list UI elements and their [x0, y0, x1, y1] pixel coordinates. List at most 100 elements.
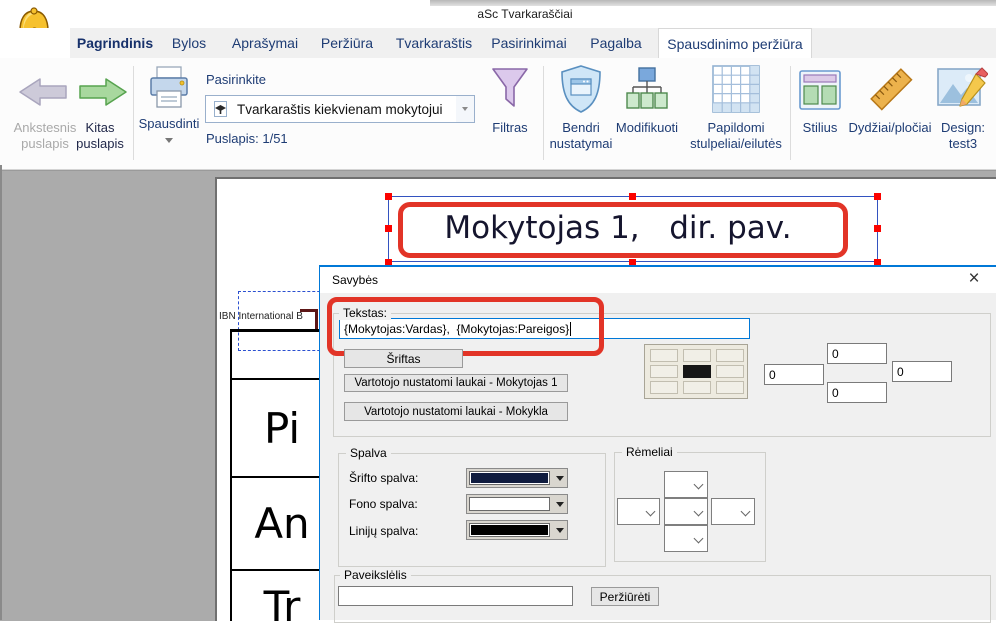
color-group-label: Spalva: [346, 446, 391, 460]
filter-icon: [490, 66, 530, 114]
chevron-down-icon: [694, 534, 704, 544]
tab-bylos[interactable]: Bylos: [164, 28, 214, 58]
general-settings-icon: [558, 64, 604, 114]
style-icon: [798, 68, 842, 112]
selection-handle[interactable]: [385, 225, 392, 232]
design-label-2: test3: [930, 136, 996, 152]
align-cell-top-center[interactable]: [683, 349, 711, 362]
align-cell-bottom-center[interactable]: [683, 381, 711, 394]
page-indicator: Puslapis: 1/51: [206, 131, 288, 147]
ribbon-tab-strip: Pagrindinis Bylos Aprašymai Peržiūra Tva…: [0, 28, 996, 58]
align-cell-middle-center[interactable]: [683, 365, 711, 378]
schedule-combobox[interactable]: Tvarkaraštis kiekvienam mokytojui: [205, 95, 475, 123]
font-color-label: Šrifto spalva:: [349, 471, 418, 485]
timetable-fragment: [315, 309, 318, 329]
font-button[interactable]: Šriftas: [344, 349, 463, 368]
day-header-cell: [232, 332, 332, 380]
line-color-combo[interactable]: [466, 520, 568, 540]
picture-path-input[interactable]: [338, 586, 573, 606]
border-right-combo[interactable]: [711, 498, 755, 525]
tab-aprasymai[interactable]: Aprašymai: [228, 28, 302, 58]
align-cell-top-right[interactable]: [716, 349, 744, 362]
selection-handle[interactable]: [629, 193, 636, 200]
preview-header-text[interactable]: Mokytojas 1, dir. pav.: [398, 202, 838, 254]
selection-handle[interactable]: [874, 225, 881, 232]
design-icon: [936, 64, 988, 116]
background-color-label: Fono spalva:: [349, 497, 418, 511]
design-button[interactable]: Design: test3: [930, 62, 996, 166]
day-cell-an: An: [232, 478, 332, 571]
tabstrip-app-gap: [0, 28, 70, 58]
ribbon-separator: [543, 66, 544, 160]
chevron-down-icon: [556, 502, 564, 507]
tab-pagrindinis[interactable]: Pagrindinis: [76, 28, 154, 58]
margin-top-input[interactable]: [827, 343, 887, 364]
custom-fields-teacher-button[interactable]: Vartotojo nustatomi laukai - Mokytojas 1: [344, 374, 568, 392]
sizes-label: Dydžiai/pločiai: [842, 120, 938, 136]
next-page-icon: [78, 76, 128, 108]
align-cell-middle-left[interactable]: [650, 365, 678, 378]
print-button[interactable]: Spausdinti: [128, 62, 210, 166]
margin-left-input[interactable]: [764, 364, 824, 385]
line-color-dropdown[interactable]: [552, 521, 567, 539]
extra-columns-label-2: stulpeliai/eilutės: [684, 136, 788, 152]
align-cell-middle-right[interactable]: [716, 365, 744, 378]
style-label: Stilius: [792, 120, 848, 136]
extra-columns-button[interactable]: Papildomi stulpeliai/eilutės: [684, 62, 788, 166]
background-color-dropdown[interactable]: [552, 495, 567, 513]
chevron-down-icon: [694, 507, 704, 517]
chevron-down-icon: [741, 507, 751, 517]
properties-dialog: Savybės × Tekstas: {Mokytojas:Vardas}, {…: [319, 265, 996, 620]
chevron-down-icon: [462, 107, 468, 111]
selection-handle[interactable]: [385, 193, 392, 200]
background-color-swatch: [469, 497, 550, 511]
dialog-title-bar[interactable]: Savybės ×: [320, 267, 996, 293]
tab-perziura[interactable]: Peržiūra: [314, 28, 380, 58]
tab-tvarkarastis[interactable]: Tvarkaraštis: [392, 28, 476, 58]
text-group-label: Tekstas:: [339, 306, 391, 320]
border-left-combo[interactable]: [617, 498, 660, 525]
align-cell-top-left[interactable]: [650, 349, 678, 362]
filter-button[interactable]: Filtras: [478, 62, 542, 166]
ribbon-separator: [790, 66, 791, 160]
margin-right-input[interactable]: [892, 361, 952, 382]
schedule-combo-arrow-zone[interactable]: [456, 96, 474, 122]
selection-handle[interactable]: [874, 193, 881, 200]
background-color-combo[interactable]: [466, 494, 568, 514]
chevron-down-icon: [646, 507, 656, 517]
design-label-1: Design:: [930, 120, 996, 136]
chevron-down-icon: [694, 480, 704, 490]
line-color-label: Linijų spalva:: [349, 524, 418, 538]
timetable-day-column: Pi An Tr: [230, 329, 332, 621]
chevron-down-icon: [556, 476, 564, 481]
day-cell-tr: Tr: [232, 571, 332, 621]
border-top-combo[interactable]: [664, 471, 708, 498]
custom-fields-school-button[interactable]: Vartotojo nustatomi laukai - Mokykla: [344, 402, 568, 421]
align-cell-bottom-left[interactable]: [650, 381, 678, 394]
font-color-combo[interactable]: [466, 468, 568, 488]
tab-pagalba[interactable]: Pagalba: [584, 28, 648, 58]
font-color-swatch: [469, 471, 550, 485]
print-dropdown-icon: [165, 138, 173, 143]
align-cell-bottom-right[interactable]: [716, 381, 744, 394]
borders-group-label: Rėmeliai: [622, 445, 677, 459]
close-icon[interactable]: ×: [964, 268, 984, 290]
style-button[interactable]: Stilius: [792, 62, 848, 166]
asc-timetables-window: { "window": { "title": "aSc Tvarkaraščia…: [0, 0, 996, 620]
window-title: aSc Tvarkaraščiai: [400, 7, 650, 21]
dialog-title: Savybės: [332, 273, 378, 287]
margin-bottom-input[interactable]: [827, 382, 887, 403]
border-bottom-combo[interactable]: [664, 525, 708, 552]
font-color-dropdown[interactable]: [552, 469, 567, 487]
day-cell-pi: Pi: [232, 380, 332, 478]
sizes-button[interactable]: Dydžiai/pločiai: [842, 62, 938, 166]
alignment-selector[interactable]: [644, 344, 748, 399]
picture-preview-button[interactable]: Peržiūrėti: [591, 587, 659, 606]
ribbon: Ankstesnis puslapis Kitas puslapis Spaus…: [0, 58, 996, 170]
line-color-swatch: [469, 523, 550, 537]
tab-spausdinimo-perziura[interactable]: Spausdinimo peržiūra: [658, 28, 812, 58]
border-center-combo[interactable]: [664, 498, 708, 525]
modify-button[interactable]: Modifikuoti: [604, 62, 690, 166]
tab-pasirinkimai[interactable]: Pasirinkimai: [488, 28, 570, 58]
modify-icon: [624, 66, 670, 112]
